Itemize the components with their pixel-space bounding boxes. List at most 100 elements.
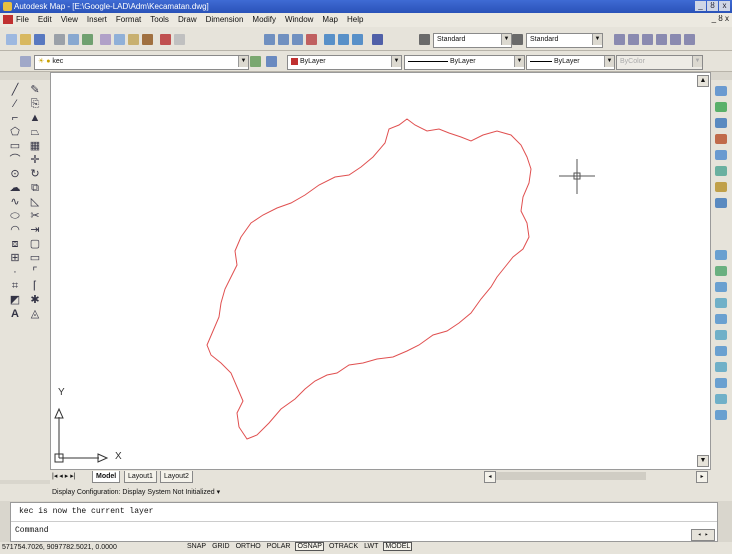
preview-icon[interactable] (68, 34, 79, 45)
region-icon[interactable]: ◩ (8, 294, 22, 306)
mode-snap-button[interactable]: SNAP (186, 543, 207, 550)
menu-map[interactable]: Map (322, 15, 338, 24)
text-style-select[interactable]: Standard ▼ (433, 33, 512, 48)
command-scroll-buttons[interactable]: ◂ ▸ (691, 529, 715, 541)
publish-icon[interactable] (82, 34, 93, 45)
menu-modify[interactable]: Modify (252, 15, 276, 24)
line-icon[interactable]: ╱ (8, 84, 22, 96)
map-tool-3-icon[interactable] (642, 34, 653, 45)
tab-model[interactable]: Model (92, 471, 121, 483)
tab-layout1[interactable]: Layout1 (124, 471, 157, 483)
undo-icon[interactable] (160, 34, 171, 45)
help-icon[interactable] (372, 34, 383, 45)
make-current-icon[interactable] (250, 56, 261, 67)
fillet-icon[interactable]: ⌈ (28, 280, 42, 292)
map-palette-icon-12[interactable] (715, 298, 727, 308)
redo-icon[interactable] (174, 34, 185, 45)
menu-dimension[interactable]: Dimension (206, 15, 244, 24)
hscroll-right-button[interactable]: ▸ (696, 471, 708, 483)
hscroll-left-button[interactable]: ◂ (484, 471, 496, 483)
spline-icon[interactable]: ∿ (8, 196, 22, 208)
zoom-realtime-icon[interactable] (278, 34, 289, 45)
menu-format[interactable]: Format (116, 15, 141, 24)
map-palette-icon-2[interactable] (715, 102, 727, 112)
ellipse-icon[interactable]: ⬭ (8, 210, 22, 222)
move-icon[interactable]: ✛ (28, 154, 42, 166)
trim-icon[interactable]: ✂ (28, 210, 42, 222)
hatch-icon[interactable]: ⌗ (8, 280, 22, 292)
arc-icon[interactable]: ⌒ (8, 154, 22, 166)
menu-tools[interactable]: Tools (150, 15, 169, 24)
layer-select[interactable]: ☀ ● kec ▼ (34, 55, 249, 70)
tab-nav-buttons[interactable]: |◂ ◂ ▸ ▸| (52, 472, 76, 480)
properties-icon[interactable] (324, 34, 335, 45)
menu-draw[interactable]: Draw (178, 15, 197, 24)
linetype-select[interactable]: ByLayer ▼ (404, 55, 525, 70)
stretch-icon[interactable]: ◺ (28, 196, 42, 208)
minimize-button[interactable]: _ (695, 1, 706, 11)
document-icon[interactable] (3, 15, 13, 24)
map-tool-1-icon[interactable] (614, 34, 625, 45)
mode-ortho-button[interactable]: ORTHO (235, 543, 262, 550)
map-palette-icon-5[interactable] (715, 150, 727, 160)
map-tool-2-icon[interactable] (628, 34, 639, 45)
map-tool-6-icon[interactable] (684, 34, 695, 45)
array-icon[interactable]: ▦ (28, 140, 42, 152)
print-icon[interactable] (54, 34, 65, 45)
mdi-controls[interactable]: _ ȣ x (712, 14, 729, 23)
menu-help[interactable]: Help (347, 15, 363, 24)
circle-icon[interactable]: ⊙ (8, 168, 22, 180)
mirror-icon[interactable]: ▲ (28, 112, 42, 124)
map-palette-icon-16[interactable] (715, 362, 727, 372)
mode-model-button[interactable]: MODEL (383, 542, 413, 551)
tool-palettes-icon[interactable] (352, 34, 363, 45)
scroll-up-button[interactable]: ▲ (697, 75, 709, 87)
explode-block-icon[interactable]: ◬ (28, 308, 42, 320)
command-prompt[interactable]: Command (15, 526, 49, 535)
restore-button[interactable]: ȣ (707, 1, 718, 11)
mode-polar-button[interactable]: POLAR (266, 543, 292, 550)
map-palette-icon-3[interactable] (715, 118, 727, 128)
make-block-icon[interactable]: ⊞ (8, 252, 22, 264)
menu-edit[interactable]: Edit (38, 15, 52, 24)
cut-icon[interactable] (100, 34, 111, 45)
map-palette-icon-9[interactable] (715, 250, 727, 260)
design-center-icon[interactable] (338, 34, 349, 45)
map-palette-icon-1[interactable] (715, 86, 727, 96)
map-tool-4-icon[interactable] (656, 34, 667, 45)
menu-window[interactable]: Window (285, 15, 313, 24)
mode-otrack-button[interactable]: OTRACK (328, 543, 359, 550)
new-icon[interactable] (6, 34, 17, 45)
map-palette-icon-18[interactable] (715, 394, 727, 404)
extend-icon[interactable]: ⇥ (28, 224, 42, 236)
mode-grid-button[interactable]: GRID (211, 543, 231, 550)
polygon-icon[interactable]: ⬠ (8, 126, 22, 138)
map-palette-icon-6[interactable] (715, 166, 727, 176)
display-config-text[interactable]: Display Configuration: Display System No… (52, 488, 220, 496)
open-icon[interactable] (20, 34, 31, 45)
rotate-icon[interactable]: ↻ (28, 168, 42, 180)
map-palette-icon-4[interactable] (715, 134, 727, 144)
break-at-point-icon[interactable]: ▭ (28, 252, 42, 264)
map-palette-icon-7[interactable] (715, 182, 727, 192)
lineweight-select[interactable]: ByLayer ▼ (526, 55, 615, 70)
ellipse-arc-icon[interactable]: ◠ (8, 224, 22, 236)
map-palette-icon-14[interactable] (715, 330, 727, 340)
layer-manager-icon[interactable] (20, 56, 31, 67)
hscroll-track[interactable] (496, 472, 646, 480)
menu-insert[interactable]: Insert (87, 15, 107, 24)
copy-icon[interactable] (114, 34, 125, 45)
break-icon[interactable]: ▢ (28, 238, 42, 250)
map-palette-icon-17[interactable] (715, 378, 727, 388)
dim-style-select[interactable]: Standard ▼ (526, 33, 603, 48)
map-palette-icon-15[interactable] (715, 346, 727, 356)
map-tool-5-icon[interactable] (670, 34, 681, 45)
map-palette-icon-10[interactable] (715, 266, 727, 276)
zoom-previous-icon[interactable] (306, 34, 317, 45)
pan-icon[interactable] (264, 34, 275, 45)
multiline-text-icon[interactable]: A (8, 308, 22, 320)
command-window[interactable]: kec is now the current layer Command ◂ ▸ (10, 502, 718, 542)
mode-lwt-button[interactable]: LWT (363, 543, 379, 550)
drawing-area[interactable]: Y X ▲ ▼ (50, 72, 711, 470)
chamfer-icon[interactable]: ⌜ (28, 266, 42, 278)
